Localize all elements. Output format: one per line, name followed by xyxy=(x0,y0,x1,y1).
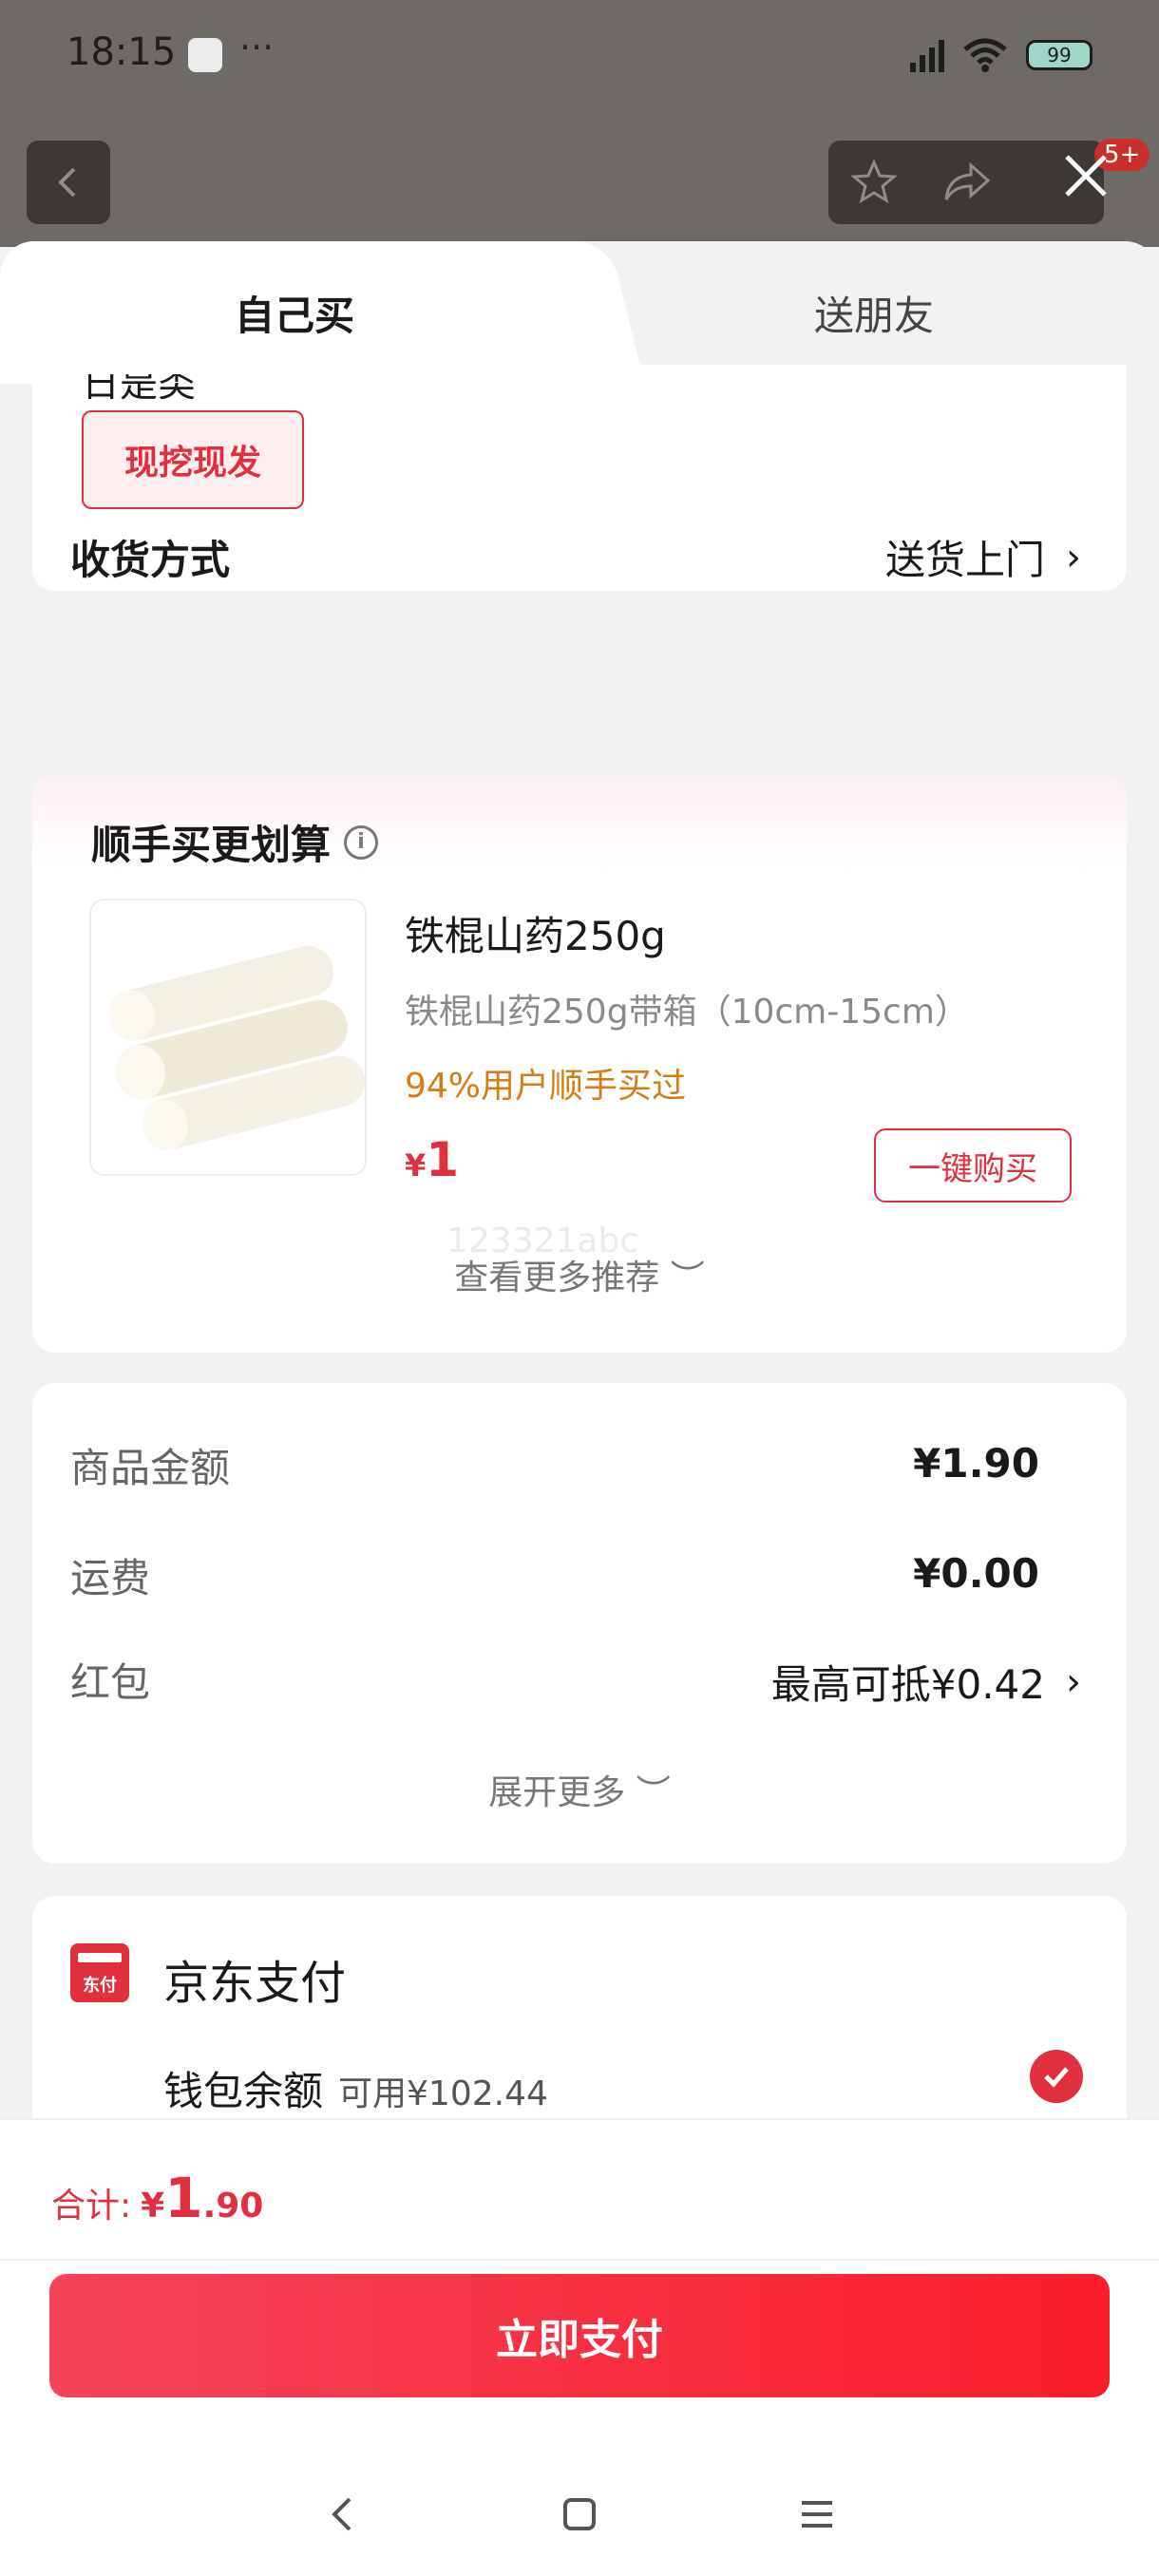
pay-now-button[interactable]: 立即支付 xyxy=(49,2274,1110,2397)
delivery-value: 送货上门 xyxy=(884,537,1045,583)
status-bar: 18:15 ··· 99 xyxy=(0,0,1159,114)
total-decimal: .90 xyxy=(202,2187,264,2226)
close-icon xyxy=(1065,155,1107,197)
one-click-buy-button[interactable]: 一键购买 xyxy=(874,1128,1072,1203)
shipping-label: 运费 xyxy=(70,1555,151,1601)
price-currency: ¥ xyxy=(405,1147,427,1184)
redpacket-label: 红包 xyxy=(70,1659,151,1706)
chevron-right-icon: › xyxy=(1066,535,1081,579)
check-icon xyxy=(1044,2067,1069,2088)
total-integer: 1 xyxy=(164,2166,203,2230)
redpacket-selector[interactable]: 最高可抵¥0.42 › xyxy=(771,1653,1081,1711)
product-spec: 铁棍山药250g带箱（10cm-15cm） xyxy=(405,993,969,1032)
recommend-card: 顺手买更划算 i 铁棍山药250g 铁棍山药250g带箱（10cm-15cm） … xyxy=(32,775,1127,1353)
system-menu-icon[interactable] xyxy=(798,2495,836,2533)
more-recommendations-link[interactable]: 查看更多推荐 ︶ xyxy=(32,1250,1127,1299)
system-nav-bar xyxy=(0,2472,1159,2557)
tab-self-buy[interactable]: 自己买 xyxy=(0,241,589,384)
star-icon[interactable] xyxy=(849,158,899,207)
wallet-selected-checkbox[interactable] xyxy=(1030,2050,1083,2103)
wallet-balance-option[interactable]: 钱包余额 可用¥102.44 xyxy=(163,2059,548,2117)
product-name[interactable]: 铁棍山药250g xyxy=(405,904,666,962)
expand-more-link[interactable]: 展开更多 ︶ xyxy=(32,1765,1127,1814)
total-currency: ¥ xyxy=(141,2187,165,2226)
recommend-title: 顺手买更划算 i xyxy=(91,813,379,871)
total-label: 合计: xyxy=(51,2187,132,2226)
app-notification-icon xyxy=(188,38,222,72)
chevron-left-icon xyxy=(58,167,76,198)
status-indicators: 99 xyxy=(910,36,1092,74)
option-tag-button[interactable]: 现挖现发 xyxy=(82,410,304,509)
info-icon[interactable]: i xyxy=(344,824,379,860)
product-image[interactable] xyxy=(89,899,367,1176)
system-back-icon[interactable] xyxy=(323,2493,361,2535)
signal-icon xyxy=(910,38,944,72)
option-card: 日是类 现挖现发 收货方式 送货上门 › xyxy=(32,365,1127,591)
tab-gift-friend[interactable]: 送朋友 xyxy=(589,241,1159,384)
option-heading: 日是类 xyxy=(82,374,196,399)
recommend-title-text: 顺手买更划算 xyxy=(91,822,332,868)
jd-pay-icon: 东付 xyxy=(70,1943,129,2002)
goods-amount-label: 商品金额 xyxy=(70,1445,231,1491)
battery-icon: 99 xyxy=(1026,40,1092,70)
chevron-right-icon: › xyxy=(1066,1659,1081,1704)
checkout-footer: 合计: ¥ 1 .90 立即支付 xyxy=(0,2118,1159,2576)
price-value: 1 xyxy=(426,1132,460,1187)
status-time: 18:15 xyxy=(66,30,177,74)
goods-amount-value: ¥1.90 xyxy=(913,1440,1039,1487)
redpacket-value: 最高可抵¥0.42 xyxy=(770,1661,1045,1708)
back-button[interactable] xyxy=(27,141,110,224)
price-summary-card: 商品金额 ¥1.90 运费 ¥0.00 红包 最高可抵¥0.42 › 展开更多 … xyxy=(32,1383,1127,1864)
wallet-available: 可用¥102.44 xyxy=(338,2074,548,2113)
delivery-selector[interactable]: 送货上门 › xyxy=(885,528,1081,586)
payment-card: 东付 京东支付 钱包余额 可用¥102.44 xyxy=(32,1896,1127,2143)
system-home-icon[interactable] xyxy=(560,2495,598,2533)
wifi-icon xyxy=(963,38,1007,72)
tab-bar: 自己买 送朋友 xyxy=(0,241,1159,384)
payment-method-title: 京东支付 xyxy=(163,1957,347,2010)
product-hint: 94%用户顺手买过 xyxy=(405,1067,687,1106)
footer-divider xyxy=(0,2259,1159,2261)
product-price: ¥1 xyxy=(405,1132,459,1187)
shipping-value: ¥0.00 xyxy=(913,1550,1039,1597)
status-more-icon: ··· xyxy=(239,27,275,68)
wallet-label: 钱包余额 xyxy=(163,2068,324,2114)
order-total: 合计: ¥ 1 .90 xyxy=(51,2166,263,2230)
close-button[interactable] xyxy=(1053,142,1119,209)
share-icon[interactable] xyxy=(940,158,994,207)
delivery-label: 收货方式 xyxy=(70,537,231,583)
